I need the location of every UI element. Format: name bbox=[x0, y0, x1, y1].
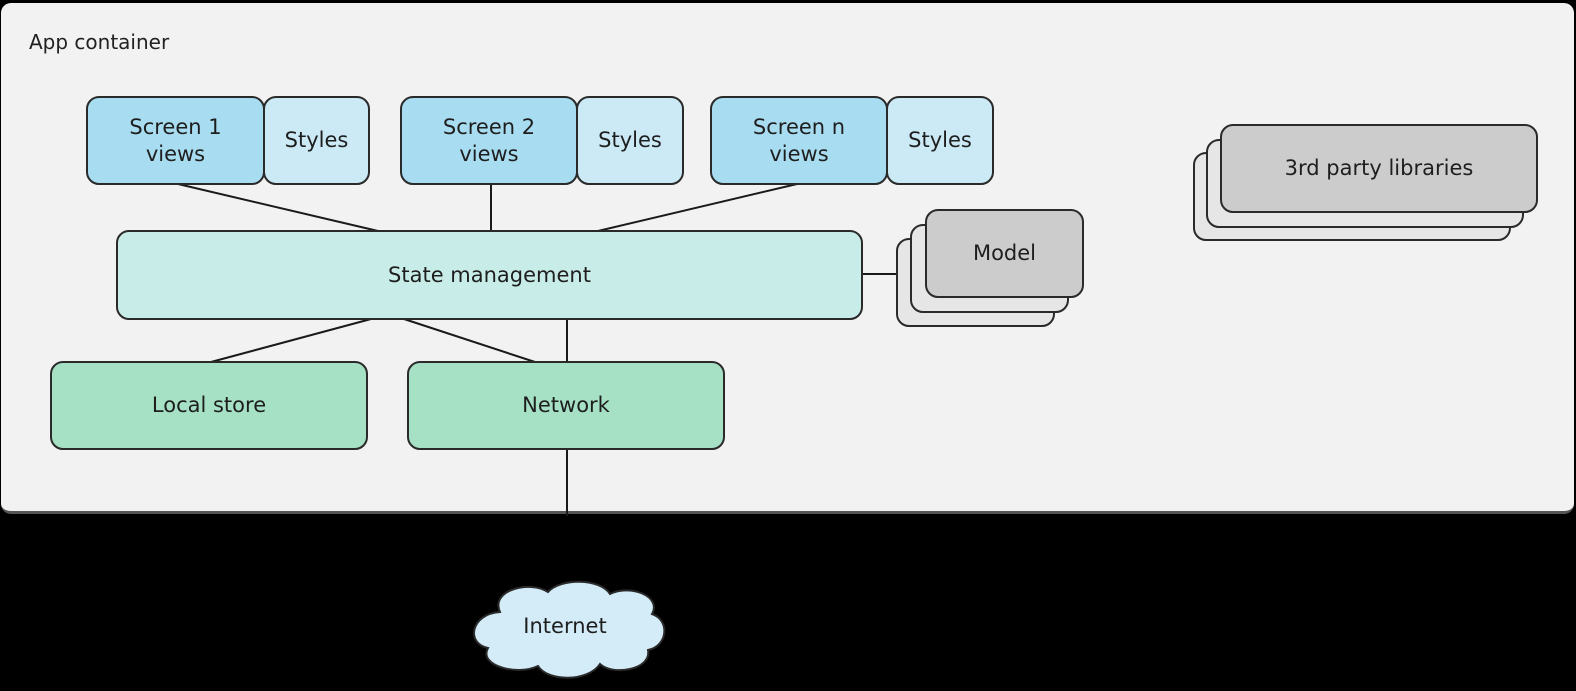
network: Network bbox=[407, 361, 725, 450]
connector-screenn-state bbox=[597, 183, 798, 232]
screen-2-styles-label: Styles bbox=[598, 128, 662, 152]
screen-n-styles-label: Styles bbox=[908, 128, 972, 152]
screen-n-styles: Styles bbox=[886, 96, 994, 185]
state-management: State management bbox=[116, 230, 863, 320]
screen-n-views-label: Screen n views bbox=[752, 114, 846, 166]
screen-1-views: Screen 1 views bbox=[86, 96, 265, 185]
local-store: Local store bbox=[50, 361, 368, 450]
screen-2-styles: Styles bbox=[576, 96, 684, 185]
third-party-libraries: 3rd party libraries bbox=[1220, 124, 1538, 213]
screen-n-views: Screen n views bbox=[710, 96, 888, 185]
local-store-label: Local store bbox=[151, 393, 267, 417]
connector-state-network-diag bbox=[403, 318, 536, 363]
connector-screen1-state bbox=[177, 183, 379, 232]
connector-state-localstore bbox=[210, 318, 372, 363]
screen-1-styles: Styles bbox=[263, 96, 370, 185]
state-management-label: State management bbox=[388, 262, 591, 287]
screen-2-views: Screen 2 views bbox=[400, 96, 578, 185]
third-party-libraries-label: 3rd party libraries bbox=[1284, 156, 1474, 180]
internet-label: Internet bbox=[523, 614, 607, 638]
screen-2-views-label: Screen 2 views bbox=[442, 114, 536, 166]
network-label: Network bbox=[522, 393, 610, 417]
model-label: Model bbox=[972, 241, 1037, 265]
screen-1-styles-label: Styles bbox=[284, 128, 349, 152]
model: Model bbox=[925, 209, 1084, 298]
screen-1-views-label: Screen 1 views bbox=[129, 114, 222, 166]
